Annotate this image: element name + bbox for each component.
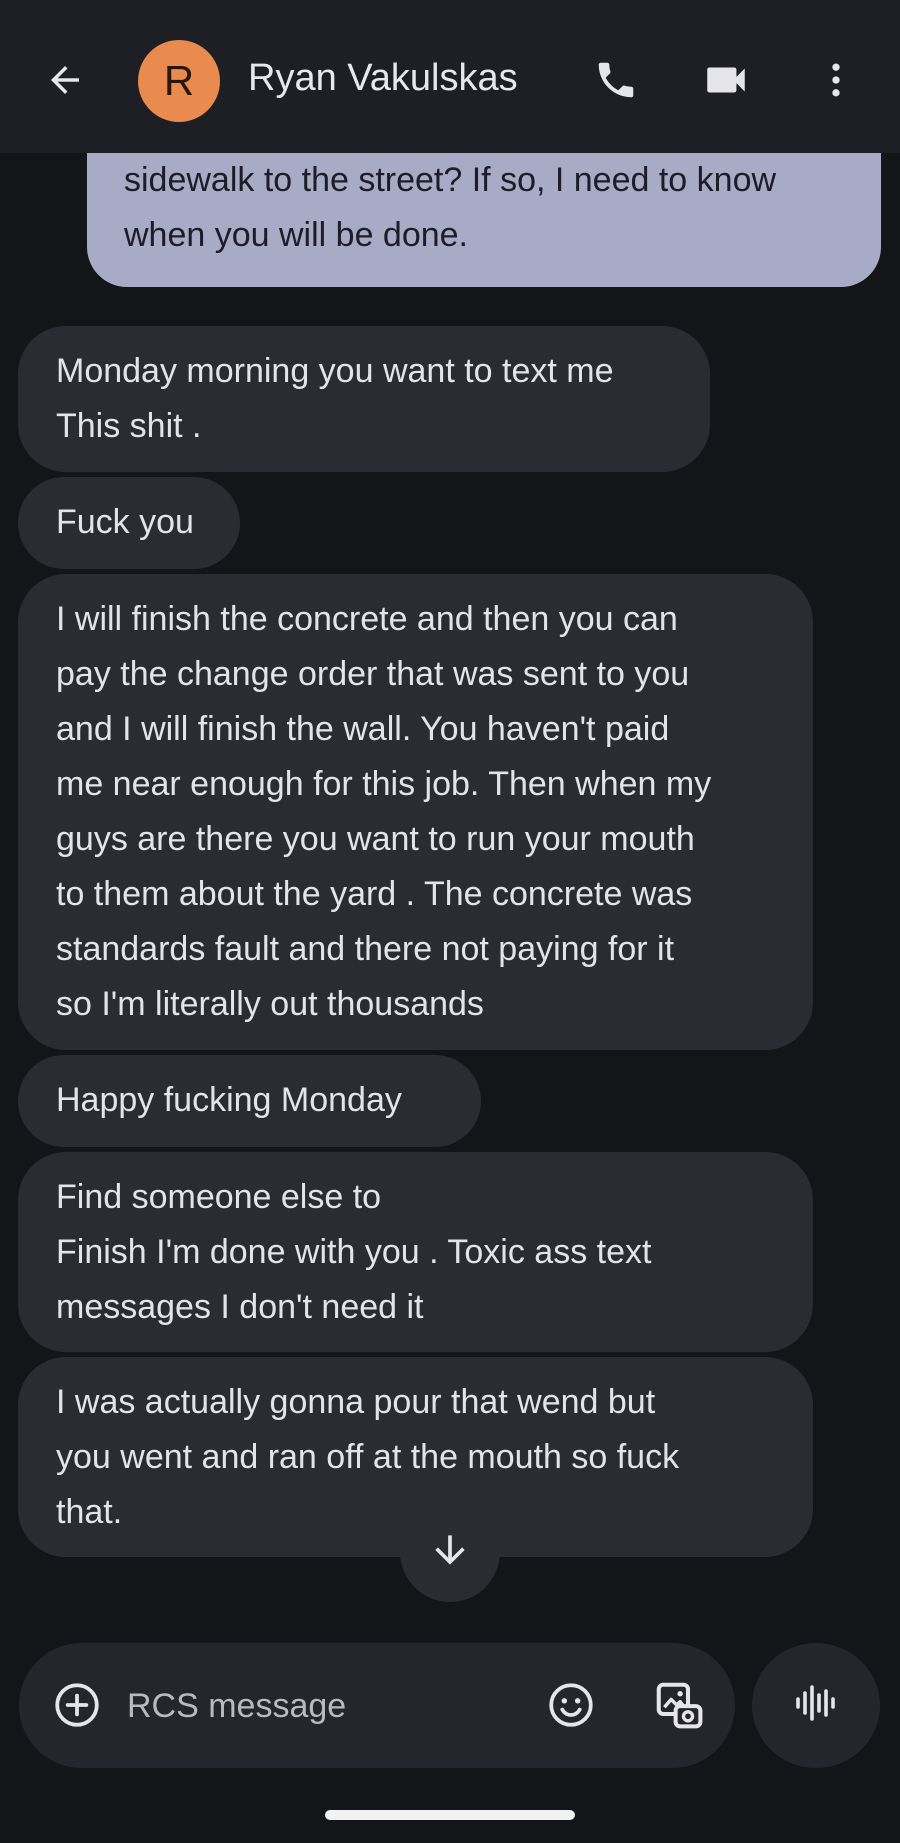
gesture-home-bar[interactable] (325, 1810, 575, 1820)
message-bubble-incoming[interactable]: Monday morning you want to text me This … (18, 326, 710, 472)
video-camera-icon[interactable] (696, 50, 756, 110)
message-bubble-incoming[interactable]: I will finish the concrete and then you … (18, 574, 813, 1050)
more-vert-icon[interactable] (806, 50, 866, 110)
gallery-icon[interactable] (649, 1675, 709, 1735)
phone-icon[interactable] (586, 50, 646, 110)
message-input[interactable] (127, 1683, 507, 1729)
arrow-down-icon (428, 1528, 472, 1577)
emoji-icon[interactable] (541, 1675, 601, 1735)
message-bubble-incoming[interactable]: Happy fucking Monday (18, 1055, 481, 1147)
back-arrow-icon[interactable] (35, 50, 95, 110)
add-circle-icon[interactable] (47, 1675, 107, 1735)
message-composer (19, 1643, 735, 1768)
avatar[interactable]: R (138, 40, 220, 122)
scroll-to-bottom-button[interactable] (400, 1502, 500, 1602)
message-thread[interactable]: sidewalk to the street? If so, I need to… (0, 153, 900, 1613)
message-bubble-incoming[interactable]: Fuck you (18, 477, 240, 569)
avatar-letter: R (163, 57, 195, 104)
voice-waveform-icon (792, 1679, 840, 1732)
contact-name[interactable]: Ryan Vakulskas (248, 57, 518, 100)
message-bubble-outgoing[interactable]: sidewalk to the street? If so, I need to… (87, 153, 881, 287)
conversation-header: R Ryan Vakulskas (0, 0, 900, 153)
message-bubble-incoming[interactable]: Find someone else to Finish I'm done wit… (18, 1152, 813, 1352)
voice-message-button[interactable] (752, 1643, 880, 1768)
